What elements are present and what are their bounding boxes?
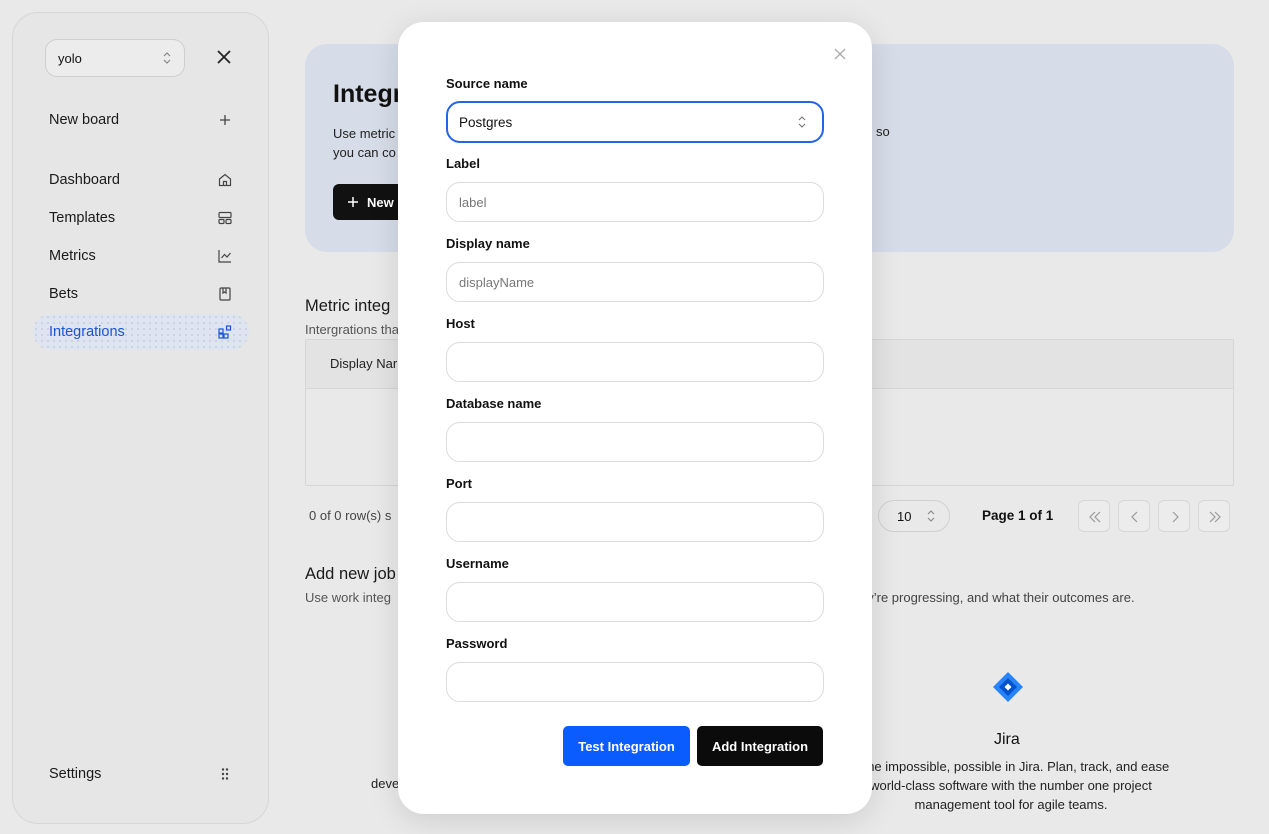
first-page-button[interactable] [1078,500,1110,532]
new-board-label: New board [49,112,120,128]
plus-icon [348,197,358,207]
integrations-icon [218,325,232,339]
display-name-label: Display name [446,236,530,251]
sidebar-item-label: Metrics [49,248,96,264]
chevrons-left-icon [1089,511,1101,523]
page-size-select[interactable]: 10 [878,500,950,532]
chevron-left-icon [1131,511,1138,523]
chart-icon [218,250,231,263]
workspace-select[interactable]: yolo [45,39,185,77]
page-indicator: Page 1 of 1 [982,508,1054,523]
chevron-updown-icon [163,52,171,64]
jira-title: Jira [994,731,1020,748]
new-board-button[interactable]: New board [33,102,249,138]
page-size-value: 10 [897,509,912,524]
previous-page-button[interactable] [1118,500,1150,532]
password-input[interactable] [446,662,824,702]
sidebar-item-metrics[interactable]: Metrics [33,238,249,274]
bookmark-icon [219,287,231,301]
database-name-label: Database name [446,396,542,411]
source-name-value: Postgres [459,115,513,130]
jira-description: e the impossible, possible in Jira. Plan… [852,759,1170,812]
host-label: Host [446,316,475,331]
chevrons-right-icon [1209,511,1221,523]
sidebar-item-label: Integrations [49,324,125,340]
next-page-button[interactable] [1158,500,1190,532]
add-job-subtitle: Use work integ [305,590,391,605]
sidebar-item-label: Templates [49,210,116,226]
sidebar-item-bets[interactable]: Bets [33,276,249,312]
database-name-input[interactable] [446,422,824,462]
settings-button[interactable]: Settings [33,756,249,792]
card-description-fragment: deve [371,776,400,791]
close-sidebar-icon[interactable] [215,48,233,66]
settings-label: Settings [49,766,102,782]
page-title: Integr [333,80,403,108]
sidebar-item-dashboard[interactable]: Dashboard [33,162,249,198]
username-input[interactable] [446,582,824,622]
label-input[interactable] [446,182,824,222]
chevron-right-icon [1172,511,1179,523]
host-input[interactable] [446,342,824,382]
username-label: Username [446,556,509,571]
new-integration-label: New [367,194,394,210]
source-name-select[interactable]: Postgres [446,101,824,143]
hero-desc-tail: so [876,124,890,139]
metric-integrations-title: Metric integ [305,297,391,315]
close-icon[interactable] [834,48,846,60]
add-job-subtitle-tail: ey’re progressing, and what their outcom… [860,590,1135,605]
templates-icon [218,211,232,225]
rows-selected-count: 0 of 0 row(s) s [309,508,392,523]
add-integration-button[interactable]: Add Integration [697,726,823,766]
password-label: Password [446,636,508,651]
metric-integrations-subtitle: Intergrations tha [305,322,399,337]
chevron-updown-icon [798,116,806,128]
plus-icon [220,115,230,125]
home-icon [218,173,232,187]
sidebar-item-integrations[interactable]: Integrations [33,314,249,350]
jira-logo-icon[interactable] [992,671,1024,703]
add-job-title: Add new job [305,565,396,583]
test-integration-button[interactable]: Test Integration [563,726,690,766]
add-integration-modal: Source name Postgres Label Display name … [398,22,872,814]
sidebar: yolo New board Dashboard Templates Metri… [12,12,269,824]
sidebar-item-label: Dashboard [49,172,120,188]
last-page-button[interactable] [1198,500,1230,532]
chevron-updown-icon [927,510,935,522]
source-name-label: Source name [446,76,528,91]
display-name-input[interactable] [446,262,824,302]
sidebar-item-templates[interactable]: Templates [33,200,249,236]
workspace-name: yolo [58,51,82,66]
grip-icon [221,768,229,780]
sidebar-item-label: Bets [49,286,79,302]
column-header-display-name[interactable]: Display Nar [330,356,397,371]
port-input[interactable] [446,502,824,542]
port-label: Port [446,476,472,491]
label-field-label: Label [446,156,480,171]
